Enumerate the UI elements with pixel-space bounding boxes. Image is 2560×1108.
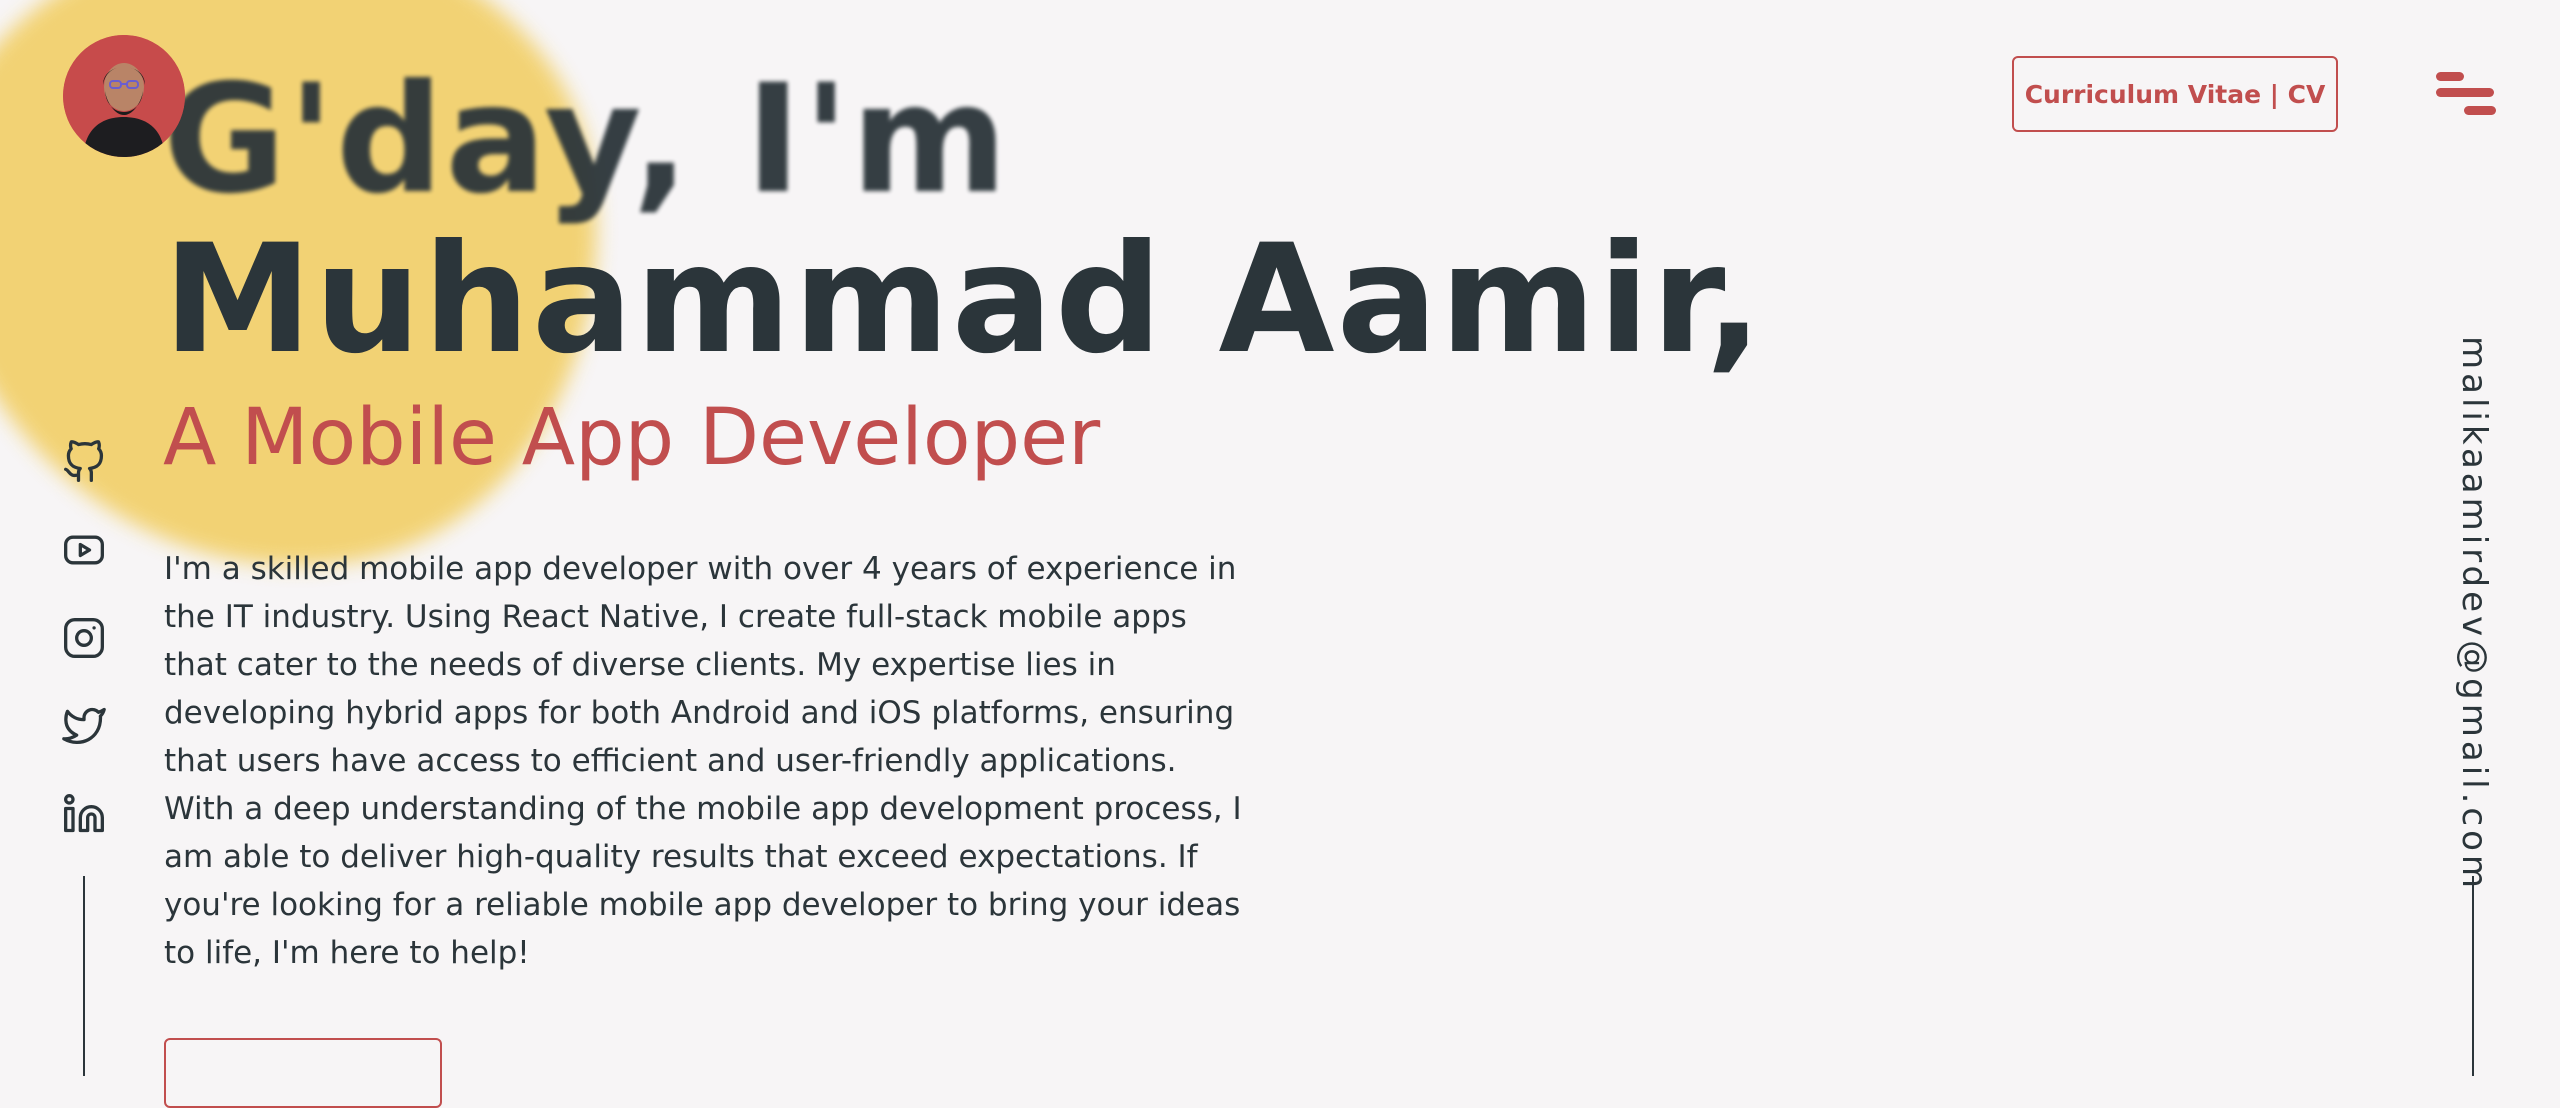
email-link[interactable]: malikaamirdev@gmail.com [2454, 336, 2494, 892]
hero-name: Muhammad Aamir, [163, 213, 1765, 387]
github-icon [64, 440, 104, 482]
instagram-link[interactable] [62, 616, 106, 660]
hero-greeting: G'day, I'm [163, 53, 1010, 227]
linkedin-link[interactable] [62, 792, 106, 836]
left-divider-line [83, 876, 85, 1076]
twitter-link[interactable] [62, 704, 106, 748]
instagram-icon [64, 618, 104, 658]
right-divider-line [2472, 876, 2474, 1076]
profile-photo [63, 35, 185, 157]
twitter-icon [62, 707, 106, 745]
avatar[interactable] [63, 35, 185, 157]
hero-action-button[interactable] [164, 1038, 442, 1108]
youtube-icon [64, 535, 104, 565]
social-links [62, 440, 106, 880]
hero-role: A Mobile App Developer [163, 393, 1101, 483]
menu-icon[interactable] [2434, 70, 2498, 118]
youtube-link[interactable] [62, 528, 106, 572]
github-link[interactable] [62, 440, 106, 484]
cv-button[interactable]: Curriculum Vitae | CV [2012, 56, 2338, 132]
hero-section: G'day, I'm Muhammad Aamir, A Mobile App … [163, 60, 1764, 488]
linkedin-icon [64, 794, 104, 833]
hero-bio: I'm a skilled mobile app developer with … [164, 551, 1242, 971]
